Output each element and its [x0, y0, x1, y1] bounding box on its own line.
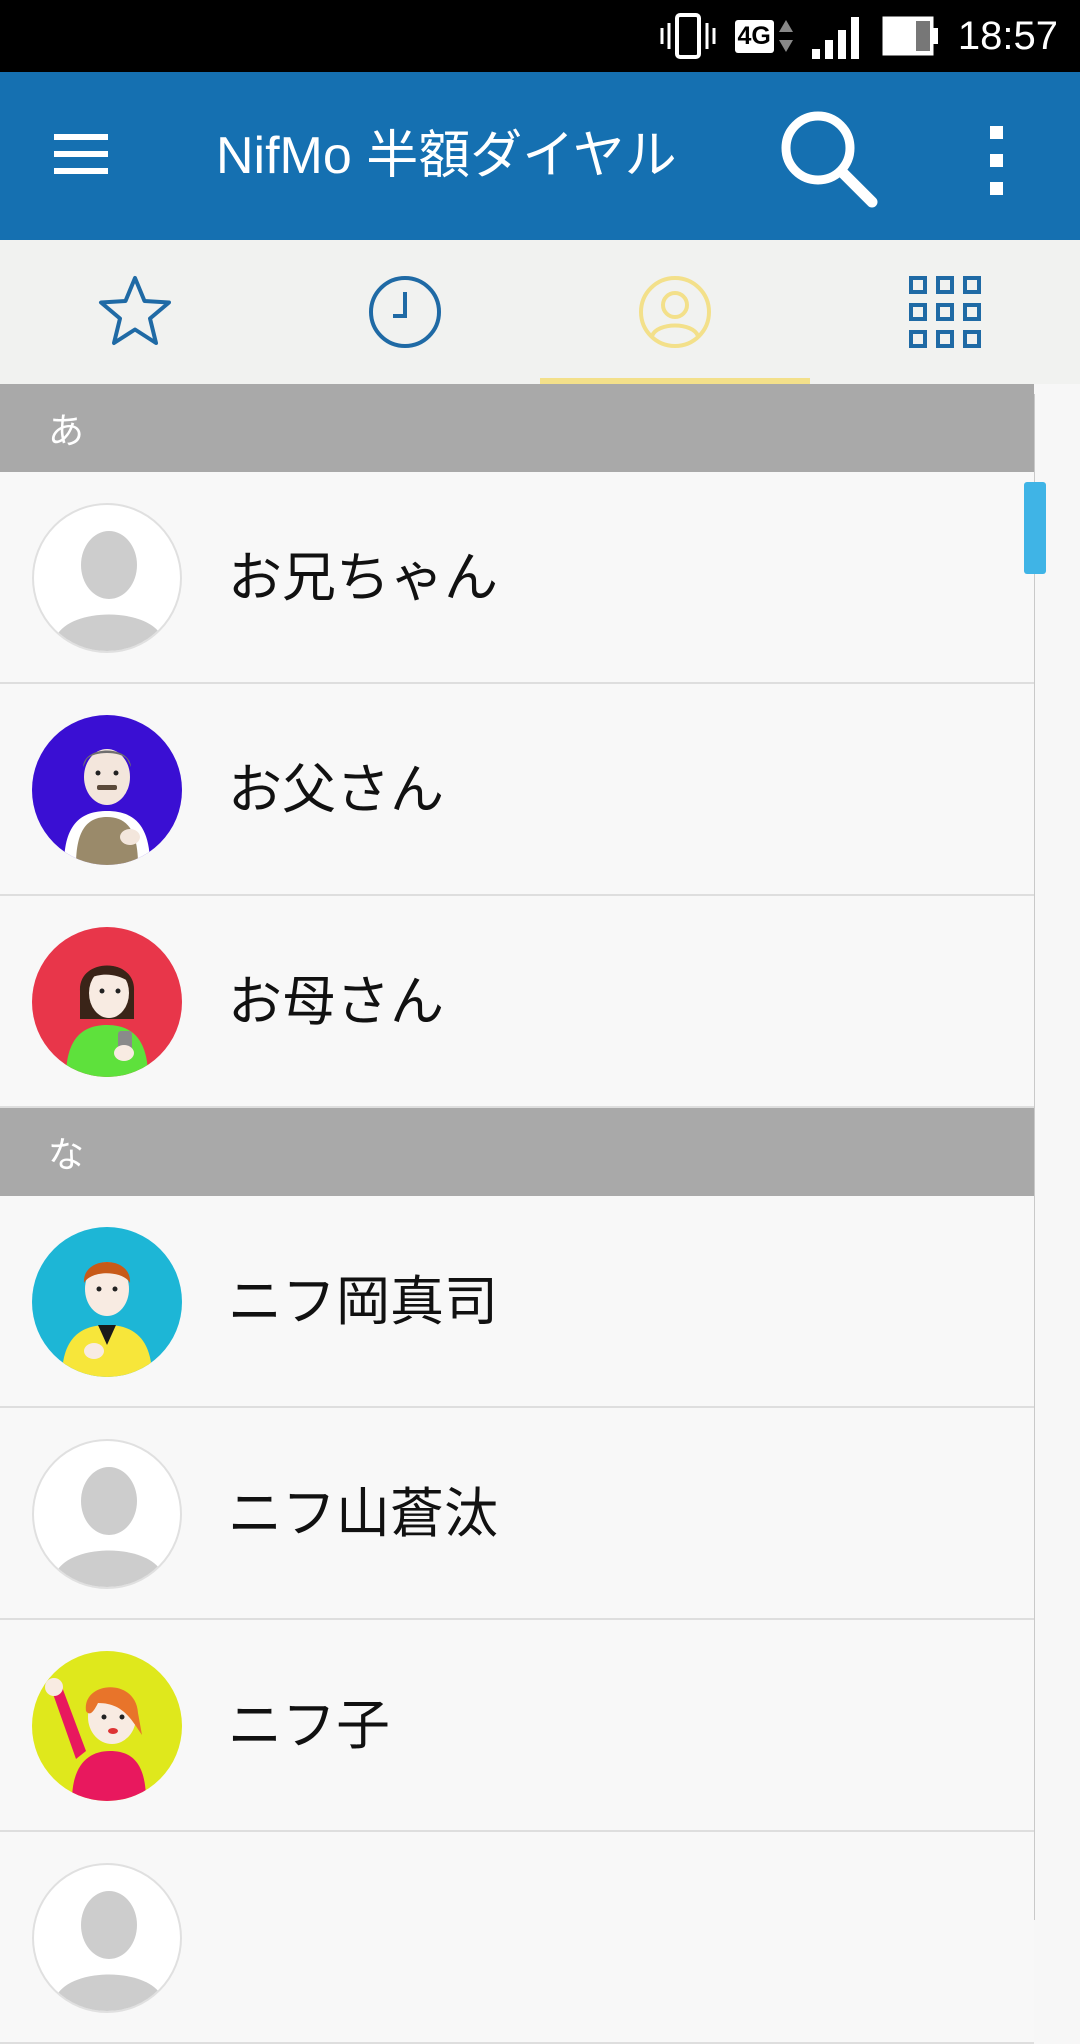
signal-icon	[811, 13, 864, 59]
tab-bar	[0, 240, 1080, 384]
girl-avatar	[45, 1678, 146, 1801]
contact-row[interactable]: お父さん	[0, 684, 1034, 896]
tab-contacts[interactable]	[540, 240, 810, 384]
contact-row[interactable]	[0, 1832, 1034, 2044]
person-icon	[639, 276, 711, 348]
contact-row[interactable]: お兄ちゃん	[0, 472, 1034, 684]
default-avatar-icon	[54, 531, 164, 651]
contact-row[interactable]: ニフ岡真司	[0, 1196, 1034, 1408]
contact-list: あ お兄ちゃん お父さん お母さん な ニフ岡真司 ニフ山蒼汰 ニフ子	[0, 384, 1034, 2044]
star-icon	[99, 276, 171, 345]
battery-icon	[882, 16, 940, 56]
data-activity-icon	[778, 20, 793, 52]
section-header-label: あ	[48, 411, 85, 452]
contact-name: ニフ子	[228, 1694, 390, 1757]
father-avatar	[64, 749, 150, 865]
tab-history[interactable]	[270, 240, 540, 384]
avatar	[32, 1863, 182, 2013]
avatar	[32, 927, 182, 1077]
default-avatar-icon	[54, 1891, 164, 2011]
menu-button[interactable]	[50, 122, 112, 186]
avatar	[32, 715, 182, 865]
avatar	[32, 1439, 182, 1589]
contact-row[interactable]: ニフ山蒼汰	[0, 1408, 1034, 1620]
hamburger-menu-icon	[54, 134, 108, 174]
overflow-menu-button[interactable]	[970, 112, 1024, 208]
grid-icon	[909, 276, 981, 348]
contact-name: お母さん	[228, 970, 444, 1033]
app-bar: NifMo 半額ダイヤル	[0, 72, 1080, 240]
status-time: 18:57	[957, 13, 1058, 58]
fast-scroll-thumb[interactable]	[1024, 482, 1046, 574]
clock-icon	[369, 276, 441, 348]
contact-name: お父さん	[228, 758, 444, 821]
contact-name: ニフ山蒼汰	[228, 1482, 498, 1545]
default-avatar-icon	[54, 1467, 164, 1587]
search-button[interactable]	[774, 104, 884, 214]
section-header-label: な	[48, 1135, 85, 1176]
boy-avatar	[62, 1262, 152, 1377]
more-vertical-icon	[990, 126, 1003, 195]
network-type-badge: 4G	[734, 16, 794, 56]
status-bar: 4G 18:57	[0, 0, 1080, 72]
contact-row[interactable]: ニフ子	[0, 1620, 1034, 1832]
section-header: あ	[0, 384, 1034, 472]
app-title: NifMo 半額ダイヤル	[216, 127, 677, 185]
vibrate-icon	[659, 11, 717, 61]
fast-scroll-track	[1034, 394, 1035, 1920]
avatar	[32, 1651, 182, 1801]
section-header: な	[0, 1108, 1034, 1196]
mother-avatar	[66, 965, 148, 1077]
network-type-label: 4G	[734, 19, 774, 53]
contact-name: お兄ちゃん	[228, 546, 498, 609]
search-icon	[781, 111, 878, 208]
avatar	[32, 503, 182, 653]
tab-dialpad[interactable]	[810, 240, 1080, 384]
contact-row[interactable]: お母さん	[0, 896, 1034, 1108]
status-icons: 4G 18:57	[659, 0, 1058, 72]
avatar	[32, 1227, 182, 1377]
contact-name: ニフ岡真司	[228, 1270, 498, 1333]
tab-favorites[interactable]	[0, 240, 270, 384]
